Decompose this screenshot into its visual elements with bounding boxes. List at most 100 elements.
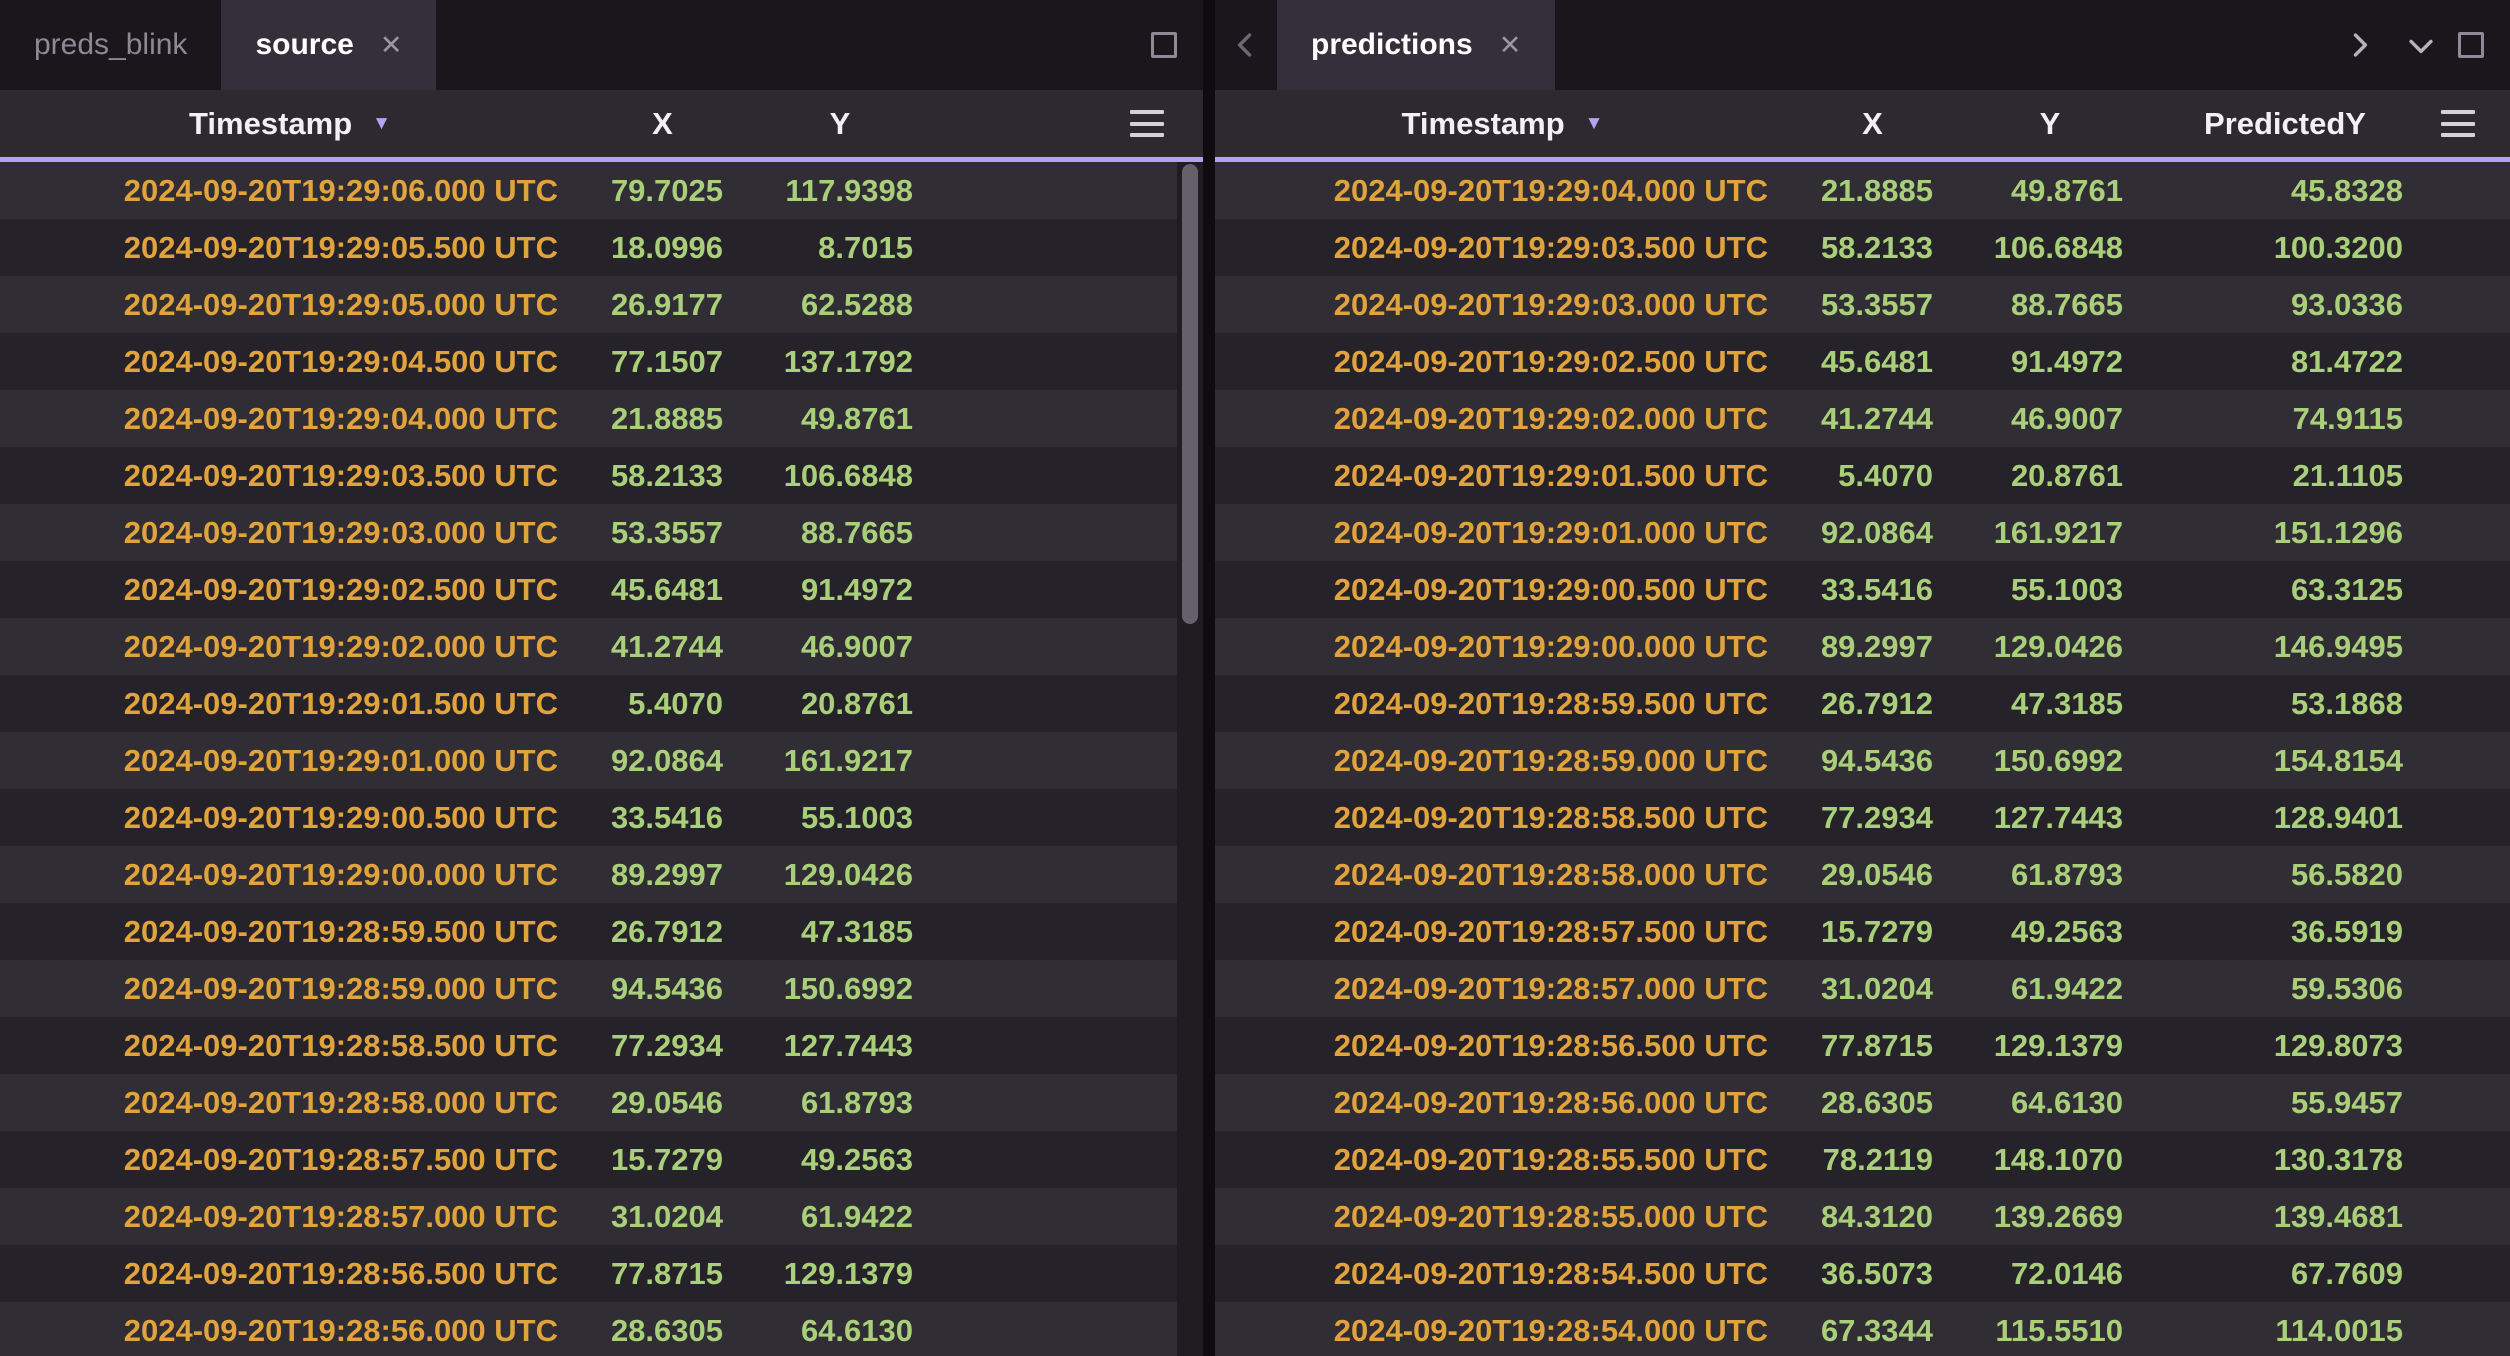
- cell-timestamp[interactable]: 2024-09-20T19:29:01.000 UTC: [1215, 504, 1790, 561]
- cell-timestamp[interactable]: 2024-09-20T19:28:59.500 UTC: [0, 903, 580, 960]
- cell-timestamp[interactable]: 2024-09-20T19:29:06.000 UTC: [0, 162, 580, 219]
- cell-number[interactable]: 127.7443: [1955, 789, 2145, 846]
- cell-timestamp[interactable]: 2024-09-20T19:29:00.500 UTC: [0, 789, 580, 846]
- table-row[interactable]: 2024-09-20T19:29:02.000 UTC41.274446.900…: [0, 618, 1177, 675]
- table-row[interactable]: 2024-09-20T19:28:59.000 UTC94.5436150.69…: [0, 960, 1177, 1017]
- cell-number[interactable]: 21.1105: [2145, 447, 2425, 504]
- cell-timestamp[interactable]: 2024-09-20T19:29:03.000 UTC: [0, 504, 580, 561]
- cell-timestamp[interactable]: 2024-09-20T19:28:58.000 UTC: [1215, 846, 1790, 903]
- cell-number[interactable]: 47.3185: [1955, 675, 2145, 732]
- table-row[interactable]: 2024-09-20T19:29:00.000 UTC89.2997129.04…: [1215, 618, 2510, 675]
- cell-number[interactable]: 129.0426: [745, 846, 935, 903]
- column-header-y[interactable]: Y: [745, 90, 935, 157]
- cell-number[interactable]: 45.6481: [580, 561, 745, 618]
- table-row[interactable]: 2024-09-20T19:28:56.500 UTC77.8715129.13…: [0, 1245, 1177, 1302]
- table-row[interactable]: 2024-09-20T19:28:57.000 UTC31.020461.942…: [1215, 960, 2510, 1017]
- cell-number[interactable]: 64.6130: [745, 1302, 935, 1356]
- cell-number[interactable]: 78.2119: [1790, 1131, 1955, 1188]
- cell-number[interactable]: 148.1070: [1955, 1131, 2145, 1188]
- table-row[interactable]: 2024-09-20T19:28:57.500 UTC15.727949.256…: [1215, 903, 2510, 960]
- cell-number[interactable]: 45.8328: [2145, 162, 2425, 219]
- cell-number[interactable]: 15.7279: [580, 1131, 745, 1188]
- cell-timestamp[interactable]: 2024-09-20T19:28:55.000 UTC: [1215, 1188, 1790, 1245]
- cell-number[interactable]: 72.0146: [1955, 1245, 2145, 1302]
- table-row[interactable]: 2024-09-20T19:29:05.500 UTC18.09968.7015: [0, 219, 1177, 276]
- table-row[interactable]: 2024-09-20T19:29:00.000 UTC89.2997129.04…: [0, 846, 1177, 903]
- cell-number[interactable]: 89.2997: [580, 846, 745, 903]
- tabs-overflow-button[interactable]: [2390, 0, 2452, 90]
- cell-number[interactable]: 139.4681: [2145, 1188, 2425, 1245]
- cell-number[interactable]: 150.6992: [745, 960, 935, 1017]
- maximize-icon[interactable]: [2458, 32, 2484, 58]
- scrollbar-thumb[interactable]: [1182, 164, 1198, 624]
- cell-timestamp[interactable]: 2024-09-20T19:28:56.500 UTC: [1215, 1017, 1790, 1074]
- table-row[interactable]: 2024-09-20T19:29:01.500 UTC5.407020.8761…: [1215, 447, 2510, 504]
- cell-number[interactable]: 150.6992: [1955, 732, 2145, 789]
- table-row[interactable]: 2024-09-20T19:29:02.500 UTC45.648191.497…: [1215, 333, 2510, 390]
- cell-timestamp[interactable]: 2024-09-20T19:28:57.000 UTC: [0, 1188, 580, 1245]
- cell-number[interactable]: 45.6481: [1790, 333, 1955, 390]
- cell-number[interactable]: 33.5416: [1790, 561, 1955, 618]
- cell-number[interactable]: 62.5288: [745, 276, 935, 333]
- cell-timestamp[interactable]: 2024-09-20T19:28:56.500 UTC: [0, 1245, 580, 1302]
- cell-number[interactable]: 5.4070: [580, 675, 745, 732]
- cell-number[interactable]: 137.1792: [745, 333, 935, 390]
- left-scrollbar[interactable]: [1177, 162, 1203, 1356]
- table-row[interactable]: 2024-09-20T19:29:03.500 UTC58.2133106.68…: [0, 447, 1177, 504]
- column-header-predictedy[interactable]: PredictedY: [2145, 90, 2425, 157]
- cell-number[interactable]: 81.4722: [2145, 333, 2425, 390]
- cell-number[interactable]: 18.0996: [580, 219, 745, 276]
- cell-number[interactable]: 100.3200: [2145, 219, 2425, 276]
- cell-number[interactable]: 28.6305: [580, 1302, 745, 1356]
- cell-timestamp[interactable]: 2024-09-20T19:29:03.500 UTC: [1215, 219, 1790, 276]
- cell-number[interactable]: 74.9115: [2145, 390, 2425, 447]
- table-row[interactable]: 2024-09-20T19:29:03.500 UTC58.2133106.68…: [1215, 219, 2510, 276]
- cell-number[interactable]: 61.9422: [1955, 960, 2145, 1017]
- table-row[interactable]: 2024-09-20T19:28:58.000 UTC29.054661.879…: [1215, 846, 2510, 903]
- maximize-icon[interactable]: [1151, 32, 1177, 58]
- cell-number[interactable]: 127.7443: [745, 1017, 935, 1074]
- cell-timestamp[interactable]: 2024-09-20T19:28:58.500 UTC: [0, 1017, 580, 1074]
- cell-timestamp[interactable]: 2024-09-20T19:29:04.000 UTC: [0, 390, 580, 447]
- cell-timestamp[interactable]: 2024-09-20T19:29:02.000 UTC: [0, 618, 580, 675]
- cell-number[interactable]: 77.2934: [1790, 789, 1955, 846]
- table-row[interactable]: 2024-09-20T19:28:57.500 UTC15.727949.256…: [0, 1131, 1177, 1188]
- cell-timestamp[interactable]: 2024-09-20T19:28:58.000 UTC: [0, 1074, 580, 1131]
- cell-timestamp[interactable]: 2024-09-20T19:29:02.000 UTC: [1215, 390, 1790, 447]
- cell-timestamp[interactable]: 2024-09-20T19:29:00.000 UTC: [0, 846, 580, 903]
- cell-timestamp[interactable]: 2024-09-20T19:29:04.000 UTC: [1215, 162, 1790, 219]
- cell-number[interactable]: 67.3344: [1790, 1302, 1955, 1356]
- cell-number[interactable]: 77.8715: [1790, 1017, 1955, 1074]
- table-row[interactable]: 2024-09-20T19:29:04.000 UTC21.888549.876…: [0, 390, 1177, 447]
- table-row[interactable]: 2024-09-20T19:28:59.500 UTC26.791247.318…: [0, 903, 1177, 960]
- table-row[interactable]: 2024-09-20T19:29:01.000 UTC92.0864161.92…: [1215, 504, 2510, 561]
- cell-number[interactable]: 64.6130: [1955, 1074, 2145, 1131]
- cell-number[interactable]: 161.9217: [1955, 504, 2145, 561]
- cell-timestamp[interactable]: 2024-09-20T19:28:54.000 UTC: [1215, 1302, 1790, 1356]
- cell-number[interactable]: 46.9007: [745, 618, 935, 675]
- cell-number[interactable]: 49.2563: [745, 1131, 935, 1188]
- cell-number[interactable]: 21.8885: [580, 390, 745, 447]
- cell-timestamp[interactable]: 2024-09-20T19:29:02.500 UTC: [1215, 333, 1790, 390]
- cell-number[interactable]: 115.5510: [1955, 1302, 2145, 1356]
- cell-number[interactable]: 63.3125: [2145, 561, 2425, 618]
- column-header-x[interactable]: X: [580, 90, 745, 157]
- table-menu-button[interactable]: [2428, 90, 2488, 157]
- cell-number[interactable]: 58.2133: [1790, 219, 1955, 276]
- cell-number[interactable]: 106.6848: [745, 447, 935, 504]
- cell-number[interactable]: 146.9495: [2145, 618, 2425, 675]
- cell-number[interactable]: 154.8154: [2145, 732, 2425, 789]
- table-row[interactable]: 2024-09-20T19:28:56.000 UTC28.630564.613…: [1215, 1074, 2510, 1131]
- column-header-timestamp[interactable]: Timestamp ▼: [1215, 90, 1790, 157]
- cell-number[interactable]: 49.2563: [1955, 903, 2145, 960]
- column-header-timestamp[interactable]: Timestamp ▼: [0, 90, 580, 157]
- cell-timestamp[interactable]: 2024-09-20T19:28:55.500 UTC: [1215, 1131, 1790, 1188]
- tab-source[interactable]: source ✕: [221, 0, 436, 90]
- cell-number[interactable]: 93.0336: [2145, 276, 2425, 333]
- cell-timestamp[interactable]: 2024-09-20T19:29:00.500 UTC: [1215, 561, 1790, 618]
- cell-number[interactable]: 56.5820: [2145, 846, 2425, 903]
- cell-number[interactable]: 58.2133: [580, 447, 745, 504]
- cell-timestamp[interactable]: 2024-09-20T19:29:01.000 UTC: [0, 732, 580, 789]
- cell-number[interactable]: 33.5416: [580, 789, 745, 846]
- table-row[interactable]: 2024-09-20T19:29:03.000 UTC53.355788.766…: [0, 504, 1177, 561]
